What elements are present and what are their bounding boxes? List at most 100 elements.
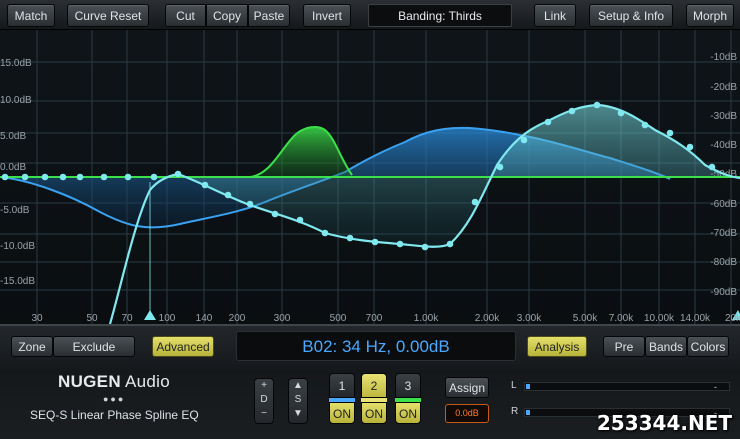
spline-node[interactable] <box>421 243 429 251</box>
spline-node[interactable] <box>21 173 29 181</box>
freq-label: 7.00k <box>609 313 634 324</box>
banding-selector[interactable]: Banding: Thirds <box>368 4 512 27</box>
band-3-select[interactable]: 3 <box>395 373 421 398</box>
band-readout: B02: 34 Hz, 0.00dB <box>236 331 516 361</box>
right-db-label: -80dB <box>710 257 737 268</box>
spline-node[interactable] <box>520 136 528 144</box>
meter-left: - <box>524 382 730 392</box>
copy-button[interactable]: Copy <box>206 4 248 27</box>
left-db-label: -5.0dB <box>0 205 30 216</box>
s-up-icon[interactable]: ▲ <box>289 379 307 393</box>
freq-label: 10.00k <box>644 313 675 324</box>
spline-node[interactable] <box>1 173 9 181</box>
match-button[interactable]: Match <box>7 4 55 27</box>
freq-label: 5.00k <box>573 313 598 324</box>
product-name: SEQ-S Linear Phase Spline EQ <box>30 408 199 422</box>
freq-label: 140 <box>196 313 213 324</box>
spline-node[interactable] <box>708 163 716 171</box>
top-toolbar: Match Curve Reset Cut Copy Paste Invert … <box>0 0 740 30</box>
s-stepper[interactable]: ▲ S ▼ <box>288 378 308 424</box>
spline-node[interactable] <box>100 173 108 181</box>
freq-label: 700 <box>366 313 383 324</box>
spline-node[interactable] <box>201 181 209 189</box>
advanced-button[interactable]: Advanced <box>152 336 214 357</box>
spline-node[interactable] <box>271 210 279 218</box>
colors-button[interactable]: Colors <box>687 336 729 357</box>
spline-node[interactable] <box>76 173 84 181</box>
freq-label: 30 <box>31 313 43 324</box>
cut-button[interactable]: Cut <box>165 4 206 27</box>
brand-logo: NUGEN Audio <box>58 372 170 391</box>
right-db-label: -20dB <box>710 82 737 93</box>
exclude-button[interactable]: Exclude <box>53 336 135 357</box>
spline-node[interactable] <box>346 234 354 242</box>
band-2-select[interactable]: 2 <box>361 373 387 398</box>
spline-node[interactable] <box>593 101 601 109</box>
band-3-on-button[interactable]: ON <box>395 402 421 424</box>
freq-label: 200 <box>229 313 246 324</box>
band-1-select[interactable]: 1 <box>329 373 355 398</box>
invert-button[interactable]: Invert <box>303 4 351 27</box>
spline-node[interactable] <box>246 200 254 208</box>
freq-label: 3.00k <box>517 313 542 324</box>
spline-node[interactable] <box>471 198 479 206</box>
left-db-label: 10.0dB <box>0 95 32 106</box>
spline-node[interactable] <box>396 240 404 248</box>
eq-graph-canvas[interactable]: 15.0dB 10.0dB 5.0dB 0.0dB -5.0dB -10.0dB -15.0… <box>0 30 740 324</box>
depth-label: D <box>260 394 268 405</box>
spline-node[interactable] <box>174 170 182 178</box>
spline-node[interactable] <box>617 109 625 117</box>
left-db-label: 15.0dB <box>0 58 32 69</box>
spline-node[interactable] <box>124 173 132 181</box>
curve-reset-button[interactable]: Curve Reset <box>67 4 149 27</box>
db-value-field[interactable]: 0.0dB <box>445 404 489 423</box>
spline-node[interactable] <box>686 143 694 151</box>
spline-node[interactable] <box>666 129 674 137</box>
assign-button[interactable]: Assign <box>445 377 489 398</box>
left-db-label: 0.0dB <box>0 162 26 173</box>
spline-node[interactable] <box>371 238 379 246</box>
s-down-icon[interactable]: ▼ <box>289 407 307 421</box>
setup-info-button[interactable]: Setup & Info <box>589 4 673 27</box>
pre-button[interactable]: Pre <box>603 336 645 357</box>
freq-label: 2.00k <box>475 313 500 324</box>
spline-node[interactable] <box>568 107 576 115</box>
spline-node[interactable] <box>224 191 232 199</box>
freq-label: 50 <box>86 313 98 324</box>
meter-right-fill <box>526 410 530 415</box>
right-db-label: -90dB <box>710 287 737 298</box>
depth-stepper[interactable]: + D − <box>254 378 274 424</box>
paste-button[interactable]: Paste <box>248 4 290 27</box>
freq-label: 100 <box>159 313 176 324</box>
spline-node[interactable] <box>446 240 454 248</box>
meter-left-fill <box>526 384 530 389</box>
morph-button[interactable]: Morph <box>686 4 734 27</box>
band-2-on-button[interactable]: ON <box>361 402 387 424</box>
depth-decrease-icon[interactable]: − <box>255 407 273 421</box>
spline-node[interactable] <box>321 229 329 237</box>
spline-node[interactable] <box>59 173 67 181</box>
bands-button[interactable]: Bands <box>645 336 687 357</box>
spline-node[interactable] <box>150 173 158 181</box>
zone-button[interactable]: Zone <box>11 336 53 357</box>
right-db-label: -40dB <box>710 140 737 151</box>
right-db-label: -30dB <box>710 111 737 122</box>
left-db-label: -10.0dB <box>0 241 35 252</box>
band-1-on-button[interactable]: ON <box>329 402 355 424</box>
spline-node[interactable] <box>544 118 552 126</box>
right-db-label: -70dB <box>710 228 737 239</box>
link-button[interactable]: Link <box>534 4 576 27</box>
spline-node[interactable] <box>41 173 49 181</box>
freq-label: 20k <box>725 313 740 324</box>
freq-label: 70 <box>121 313 133 324</box>
eq-graph[interactable]: 15.0dB 10.0dB 5.0dB 0.0dB -5.0dB -10.0dB -15.0… <box>0 30 740 324</box>
brand-dots: ●●● <box>103 394 126 404</box>
depth-increase-icon[interactable]: + <box>255 379 273 393</box>
freq-label: 300 <box>274 313 291 324</box>
spline-node[interactable] <box>296 216 304 224</box>
analysis-button[interactable]: Analysis <box>527 336 587 357</box>
meter-l-label: L <box>511 380 517 391</box>
spline-node[interactable] <box>496 163 504 171</box>
spline-node[interactable] <box>641 121 649 129</box>
freq-label: 14.00k <box>680 313 711 324</box>
